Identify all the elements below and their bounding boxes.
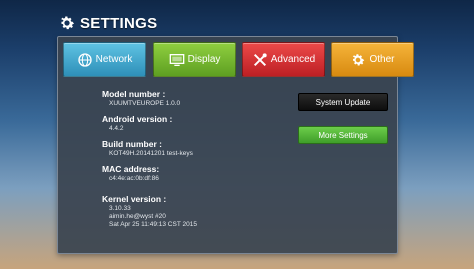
tab-display-label: Display <box>187 54 221 65</box>
page-title: SETTINGS <box>80 14 158 32</box>
tab-other-label: Other <box>369 54 395 65</box>
mac-address-field: MAC address: c4:4e:ac:0b:df:86 <box>102 164 159 183</box>
kernel-version-field: Kernel version : 3.10.33 aimin.he@wyst #… <box>102 194 197 229</box>
build-number-value: KOT49H.20141201 test-keys <box>109 150 193 157</box>
model-number-field: Model number : XUUMTVEUROPE 1.0.0 <box>102 89 180 108</box>
tab-advanced-label: Advanced <box>270 54 316 65</box>
kernel-version-line: Sat Apr 25 11:49:13 CST 2015 <box>109 221 197 228</box>
tab-network-label: Network <box>95 54 133 65</box>
display-icon <box>169 53 184 66</box>
kernel-version-line: 3.10.33 <box>109 205 131 212</box>
settings-panel: Network Display Advanced Other Model num… <box>57 36 414 254</box>
model-number-label: Model number : <box>102 89 166 99</box>
model-number-value: XUUMTVEUROPE 1.0.0 <box>109 100 181 107</box>
more-settings-button[interactable]: More Settings <box>298 126 388 144</box>
android-version-label: Android version : <box>102 114 173 124</box>
build-number-field: Build number : KOT49H.20141201 test-keys <box>102 139 193 158</box>
gear-icon <box>61 16 75 30</box>
tab-advanced[interactable]: Advanced <box>242 42 325 77</box>
android-version-value: 4.4.2 <box>109 125 124 132</box>
tab-display[interactable]: Display <box>153 42 236 77</box>
build-number-label: Build number : <box>102 139 162 149</box>
system-update-button[interactable]: System Update <box>298 93 388 111</box>
android-version-field: Android version : 4.4.2 <box>102 114 172 133</box>
gear-icon <box>353 53 365 65</box>
tab-network[interactable]: Network <box>63 42 146 77</box>
kernel-version-line: aimin.he@wyst #20 <box>109 213 166 220</box>
mac-address-value: c4:4e:ac:0b:df:86 <box>109 175 159 182</box>
kernel-version-label: Kernel version : <box>102 194 167 204</box>
mac-address-label: MAC address: <box>102 164 160 174</box>
tools-icon <box>253 52 267 66</box>
tab-other[interactable]: Other <box>331 42 414 77</box>
header: SETTINGS <box>58 11 157 35</box>
network-icon <box>77 52 92 67</box>
